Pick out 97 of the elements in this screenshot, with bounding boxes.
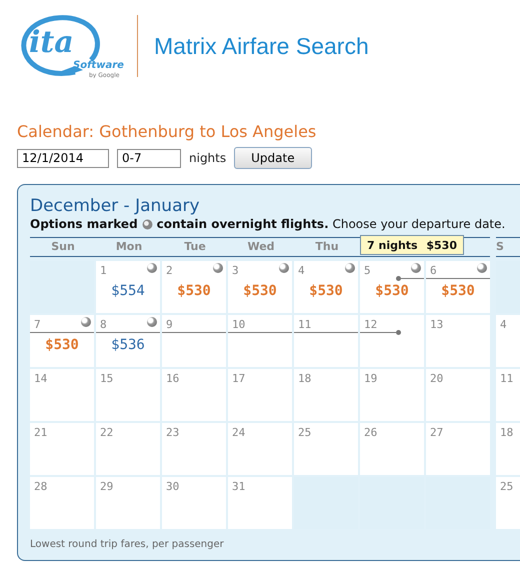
day-number: 7 [34, 318, 41, 331]
day-number: 2 [166, 264, 173, 277]
day-number: 15 [100, 372, 114, 385]
update-button[interactable]: Update [234, 147, 312, 169]
day-cell[interactable]: 15 [96, 369, 160, 421]
day-number: 19 [364, 372, 378, 385]
day-cell[interactable]: 9 [162, 315, 226, 367]
day-cell[interactable]: 18 [294, 369, 358, 421]
day-cell[interactable]: 1 $554 [96, 261, 160, 313]
day-cell[interactable]: 6 $530 [426, 261, 490, 313]
day-cell[interactable]: 28 [30, 477, 94, 529]
day-number: 18 [298, 372, 312, 385]
day-number: 13 [430, 318, 444, 331]
day-cell[interactable]: 4 [496, 315, 520, 367]
day-cell[interactable]: 21 [30, 423, 94, 475]
day-cell[interactable]: 23 [162, 423, 226, 475]
fare-price[interactable]: $530 [228, 283, 292, 299]
day-number: 21 [34, 426, 48, 439]
fare-price[interactable]: $530 [360, 283, 424, 299]
day-cell[interactable]: 11 [496, 369, 520, 421]
day-cell[interactable]: 14 [30, 369, 94, 421]
day-cell[interactable]: 19 [360, 369, 424, 421]
day-cell[interactable]: 16 [162, 369, 226, 421]
day-number: 9 [166, 318, 173, 331]
day-cell[interactable]: 3 $530 [228, 261, 292, 313]
day-cell[interactable]: 31 [228, 477, 292, 529]
day-number: 17 [232, 372, 246, 385]
day-cell[interactable]: 24 [228, 423, 292, 475]
day-cell[interactable]: 10 [228, 315, 292, 367]
day-number: 6 [430, 264, 437, 277]
fare-price[interactable]: $530 [162, 283, 226, 299]
month-title: December - January [30, 196, 201, 216]
nights-label: nights [189, 151, 226, 165]
day-number: 23 [166, 426, 180, 439]
legend-text: contain overnight flights. Choose your departure date. [156, 217, 506, 231]
day-cell[interactable]: 11 [294, 315, 358, 367]
weekday-label: Thu [314, 239, 340, 255]
day-number: 26 [364, 426, 378, 439]
day-cell[interactable]: 30 [162, 477, 226, 529]
day-cell[interactable]: 7 $530 [30, 315, 94, 367]
day-number: 28 [34, 480, 48, 493]
day-number: 8 [100, 318, 107, 331]
day-number: 1 [100, 264, 107, 277]
day-number: 18 [500, 426, 514, 439]
tooltip-nights: 7 nights [367, 238, 418, 252]
overnight-icon [142, 218, 153, 230]
day-cell[interactable]: 20 [426, 369, 490, 421]
tooltip-price: $530 [426, 238, 457, 252]
legend-lead: Options marked [30, 217, 138, 231]
day-number: 12 [364, 318, 378, 331]
day-cell[interactable]: 25 [294, 423, 358, 475]
day-number: 10 [232, 318, 246, 331]
fare-price[interactable]: $530 [30, 337, 94, 353]
date-field[interactable]: 12/1/2014 [17, 148, 109, 168]
day-number: 4 [500, 318, 507, 331]
day-number: 25 [500, 480, 514, 493]
day-cell[interactable]: 26 [360, 423, 424, 475]
day-cell[interactable]: 29 [96, 477, 160, 529]
day-number: 31 [232, 480, 246, 493]
nights-field[interactable]: 0-7 [117, 148, 181, 168]
day-cell[interactable]: 2 $530 [162, 261, 226, 313]
day-number: 29 [100, 480, 114, 493]
day-cell[interactable]: 4 $530 [294, 261, 358, 313]
day-cell[interactable]: 17 [228, 369, 292, 421]
fare-price[interactable]: $530 [426, 283, 490, 299]
day-number: 20 [430, 372, 444, 385]
day-number: 11 [500, 372, 514, 385]
fare-footnote: Lowest round trip fares, per passenger [30, 539, 225, 550]
fare-price[interactable]: $536 [96, 337, 160, 353]
day-cell[interactable]: 5 $530 [360, 261, 424, 313]
calendar-heading: Calendar: Gothenburg to Los Angeles [17, 122, 318, 141]
day-number: 14 [34, 372, 48, 385]
fare-price[interactable]: $530 [294, 283, 358, 299]
day-number: 5 [364, 264, 371, 277]
day-number: 3 [232, 264, 239, 277]
day-number: 22 [100, 426, 114, 439]
weekday-label: Mon [114, 239, 144, 255]
day-cell[interactable]: 13 [426, 315, 490, 367]
day-number: 30 [166, 480, 180, 493]
day-number: 27 [430, 426, 444, 439]
day-number: 4 [298, 264, 305, 277]
day-cell[interactable]: 18 [496, 423, 520, 475]
weekday-label: S [496, 239, 504, 255]
day-cell[interactable]: 12 [360, 315, 424, 367]
weekday-label: Wed [246, 239, 276, 255]
app-title: Matrix Airfare Search [154, 32, 369, 60]
day-cell[interactable]: 8 $536 [96, 315, 160, 367]
weekday-label: Sun [50, 239, 76, 255]
day-cell[interactable]: 25 [496, 477, 520, 529]
day-cell[interactable]: 22 [96, 423, 160, 475]
weekday-label: Tue [183, 239, 207, 255]
day-number: 16 [166, 372, 180, 385]
fare-price[interactable]: $554 [96, 283, 160, 299]
day-number: 24 [232, 426, 246, 439]
day-number: 11 [298, 318, 312, 331]
day-number: 25 [298, 426, 312, 439]
day-cell[interactable]: 27 [426, 423, 490, 475]
